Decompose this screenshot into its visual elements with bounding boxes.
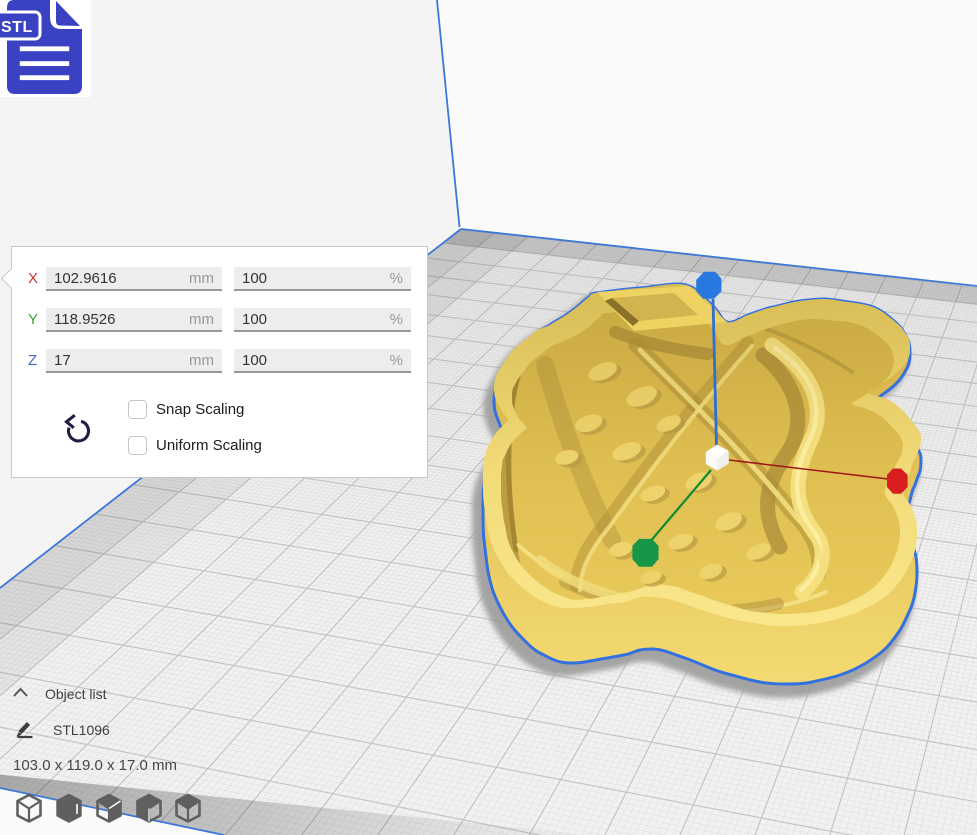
svg-text:STL: STL — [1, 19, 33, 36]
